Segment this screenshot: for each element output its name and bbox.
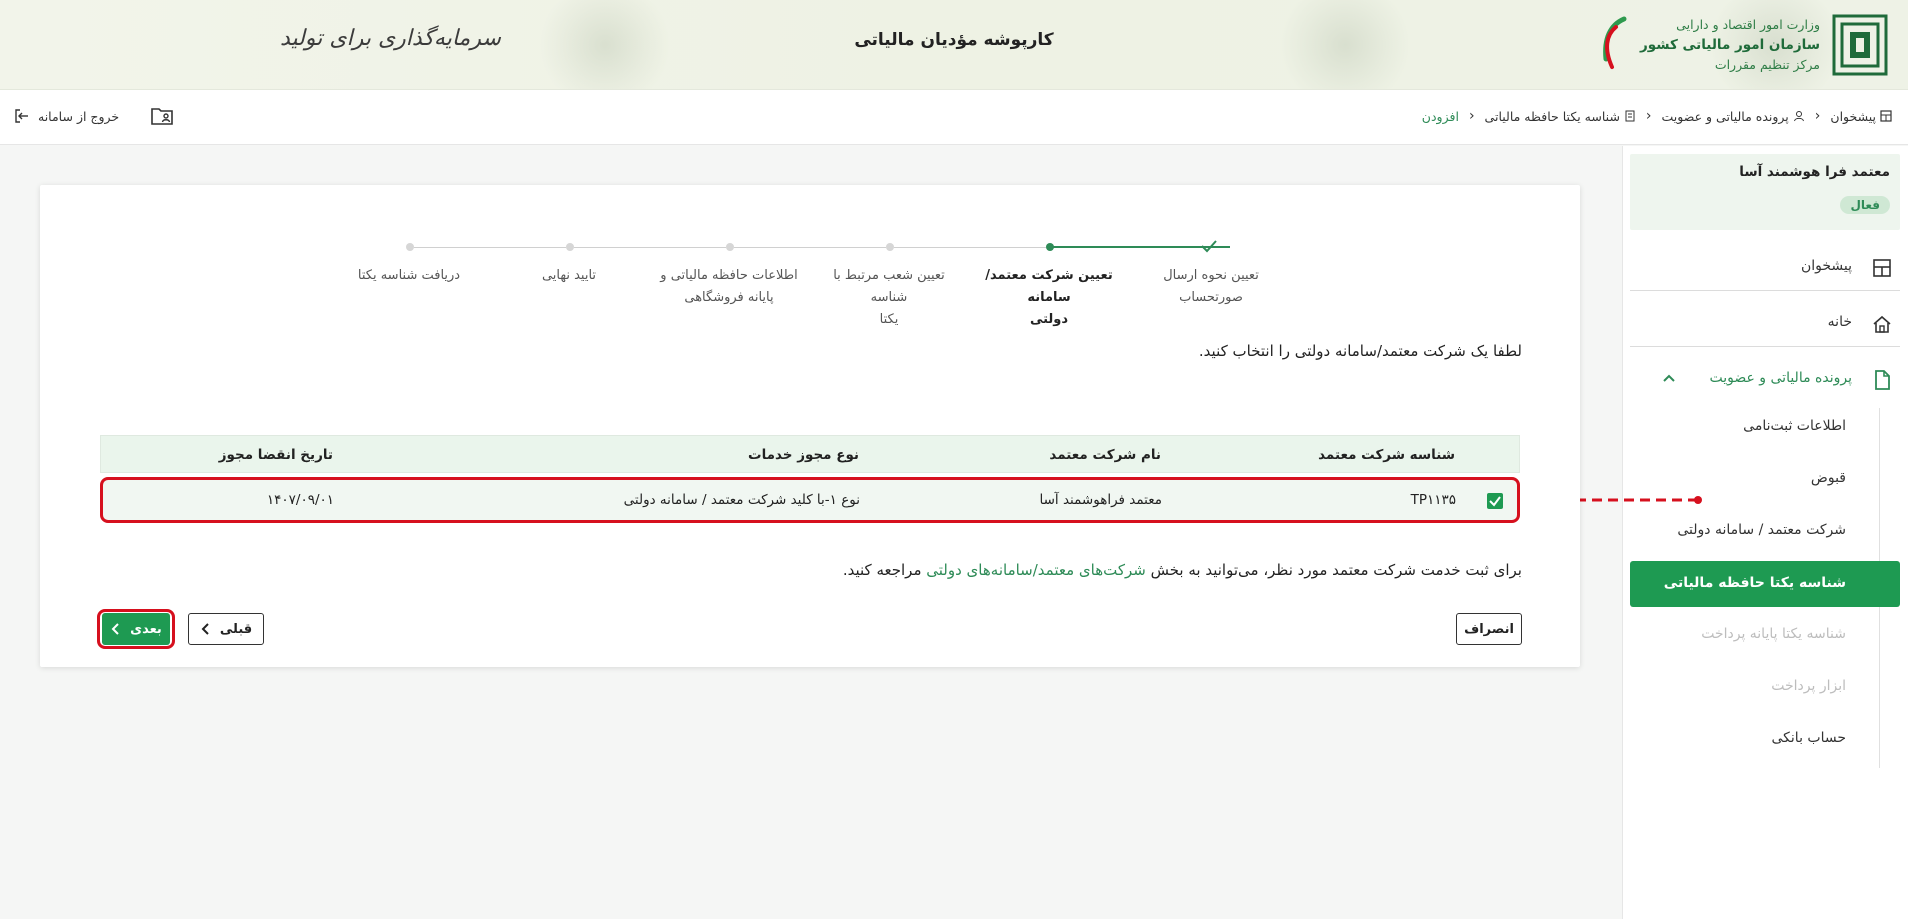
sidebar-subitem-bills[interactable]: قبوض <box>1811 470 1846 486</box>
org-line2: سازمان امور مالیاتی کشور <box>1639 37 1820 53</box>
note-text: برای ثبت خدمت شرکت معتمد مورد نظر، می‌تو… <box>1145 561 1522 579</box>
chevron-left-icon: ‹ <box>1468 108 1475 124</box>
cell-expiry-date: ۱۴۰۷/۰۹/۰۱ <box>266 492 334 508</box>
sidebar-subitem-trusted-company[interactable]: شرکت معتمد / سامانه دولتی <box>1677 522 1846 538</box>
chevron-left-icon <box>201 623 209 635</box>
dashboard-icon <box>1880 110 1892 122</box>
folder-user-icon[interactable] <box>150 105 174 127</box>
logout-icon <box>15 109 28 123</box>
step-label-trusted-company: تعیین شرکت معتمد/سامانه دولتی <box>985 268 1113 327</box>
sidebar-item-tax-file[interactable]: پرونده مالیاتی و عضویت <box>1622 356 1908 402</box>
document-icon <box>1625 110 1635 122</box>
breadcrumb-tax-file[interactable]: پرونده مالیاتی و عضویت <box>1662 109 1805 124</box>
sidebar-subitem-registration[interactable]: اطلاعات ثبت‌نامی <box>1743 418 1846 434</box>
step-dot <box>406 243 414 251</box>
chevron-left-icon: ‹ <box>1645 108 1652 124</box>
user-icon <box>1793 111 1804 122</box>
stepper: تعیین نحوه ارسال صورتحساب تعیین شرکت معتم… <box>40 185 1580 327</box>
dashboard-icon <box>1873 259 1891 277</box>
help-note: برای ثبت خدمت شرکت معتمد مورد نظر، می‌تو… <box>843 561 1522 579</box>
next-button[interactable]: بعدی <box>102 613 170 645</box>
column-header: شناسه شرکت معتمد <box>1318 447 1455 463</box>
sidebar-item-label: خانه <box>1827 314 1852 330</box>
org-line1: وزارت امور اقتصاد و دارایی <box>1676 17 1820 32</box>
breadcrumb: پیشخوان ‹ پرونده مالیاتی و عضویت ‹ شناسه… <box>1422 108 1892 124</box>
step-label-final-confirm: تایید نهایی <box>541 268 597 283</box>
breadcrumb-label: پرونده مالیاتی و عضویت <box>1661 108 1789 124</box>
next-button-highlight: بعدی <box>97 609 175 649</box>
note-text: مراجعه کنید. <box>842 561 927 579</box>
org-branding: وزارت امور اقتصاد و دارایی سازمان امور م… <box>1596 10 1890 80</box>
sidebar-subitem-payment-terminal: شناسه یکتا پایانه پرداخت <box>1701 626 1846 642</box>
chevron-left-icon <box>111 623 119 635</box>
step-connector <box>574 247 726 248</box>
step-label-receive-id: دریافت شناسه یکتا <box>357 268 461 283</box>
breadcrumb-label: شناسه یکتا حافظه مالیاتی <box>1484 108 1620 124</box>
chevron-up-icon[interactable] <box>1662 372 1676 384</box>
step-done-check-icon <box>1201 240 1217 253</box>
step-label-branches: تعیین شعب مرتبط با شناسه یکتا <box>833 268 945 327</box>
divider <box>1630 290 1900 291</box>
cell-company-id: TP۱۱۳۵ <box>1410 492 1456 508</box>
trusted-companies-link[interactable]: شرکت‌های معتمد/سامانه‌های دولتی <box>926 561 1146 579</box>
step-dot-current <box>1046 243 1054 251</box>
home-icon <box>1873 315 1891 333</box>
sidebar-item-dashboard[interactable]: پیشخوان <box>1622 244 1908 290</box>
toolbar: پیشخوان ‹ پرونده مالیاتی و عضویت ‹ شناسه… <box>0 90 1908 145</box>
button-label: بعدی <box>130 621 162 637</box>
button-label: قبلی <box>219 621 253 637</box>
column-header: تاریخ انقضا مجوز <box>218 447 333 463</box>
step-dot <box>566 243 574 251</box>
step-connector <box>414 247 566 248</box>
tax-org-logo-icon <box>1830 12 1890 78</box>
sidebar-item-label: پرونده مالیاتی و عضویت <box>1709 370 1852 386</box>
sidebar: معتمد فرا هوشمند آسا فعال پیشخوان خانه پ… <box>1622 146 1908 919</box>
table-row[interactable]: TP۱۱۳۵ معتمد فراهوشمند آسا نوع ۱-با کلید… <box>100 477 1520 523</box>
cell-license-type: نوع ۱-با کلید شرکت معتمد / سامانه دولتی <box>623 492 860 508</box>
breadcrumb-dashboard[interactable]: پیشخوان <box>1830 109 1892 124</box>
trusted-company-table: شناسه شرکت معتمد نام شرکت معتمد نوع مجوز… <box>100 435 1520 523</box>
user-card: معتمد فرا هوشمند آسا فعال <box>1630 154 1900 230</box>
sidebar-subitem-bank-account[interactable]: حساب بانکی <box>1772 730 1847 746</box>
button-label: انصراف <box>1464 621 1514 637</box>
table-header: شناسه شرکت معتمد نام شرکت معتمد نوع مجوز… <box>100 435 1520 473</box>
breadcrumb-label: پیشخوان <box>1830 108 1876 124</box>
step-label-send-method: تعیین نحوه ارسال صورتحساب <box>1163 268 1259 305</box>
sidebar-item-label: شناسه یکتا حافظه مالیاتی <box>1663 575 1846 591</box>
column-header: نام شرکت معتمد <box>1049 447 1161 463</box>
cancel-button[interactable]: انصراف <box>1456 613 1522 645</box>
flag-icon <box>1596 15 1630 75</box>
org-line3: مرکز تنظیم مقررات <box>1714 57 1820 72</box>
step-dot <box>726 243 734 251</box>
header-banner: سرمایه‌گذاری برای تولید کارپوشه مؤدیان م… <box>0 0 1908 90</box>
sidebar-subitem-payment-tools: ابزار پرداخت <box>1771 678 1846 694</box>
breadcrumb-unique-id[interactable]: شناسه یکتا حافظه مالیاتی <box>1485 109 1636 124</box>
main-card: تعیین نحوه ارسال صورتحساب تعیین شرکت معتم… <box>40 185 1580 667</box>
divider <box>1630 346 1900 347</box>
check-icon <box>1489 496 1501 507</box>
column-header: نوع مجوز خدمات <box>748 447 859 463</box>
chevron-left-icon: ‹ <box>1814 108 1821 124</box>
step-connector <box>734 247 886 248</box>
file-icon <box>1875 370 1890 390</box>
user-name: معتمد فرا هوشمند آسا <box>1739 164 1890 180</box>
instruction-text: لطفا یک شرکت معتمد/سامانه دولتی را انتخا… <box>1198 342 1522 360</box>
breadcrumb-add: افزودن <box>1421 108 1459 124</box>
sidebar-item-label: پیشخوان <box>1800 258 1852 274</box>
logout-label: خروج از سامانه <box>38 108 120 124</box>
cell-company-name: معتمد فراهوشمند آسا <box>1039 492 1163 508</box>
step-label-memory-info: اطلاعات حافظه مالیاتی و پایانه فروشگاهی <box>660 268 798 305</box>
status-badge: فعال <box>1840 196 1890 214</box>
sidebar-subitem-unique-id-memory[interactable]: شناسه یکتا حافظه مالیاتی <box>1630 561 1900 607</box>
sidebar-item-home[interactable]: خانه <box>1622 300 1908 346</box>
previous-button[interactable]: قبلی <box>188 613 264 645</box>
row-checkbox[interactable] <box>1487 493 1503 509</box>
logout-button[interactable]: خروج از سامانه <box>14 108 119 124</box>
step-dot <box>886 243 894 251</box>
step-connector <box>894 247 1046 248</box>
